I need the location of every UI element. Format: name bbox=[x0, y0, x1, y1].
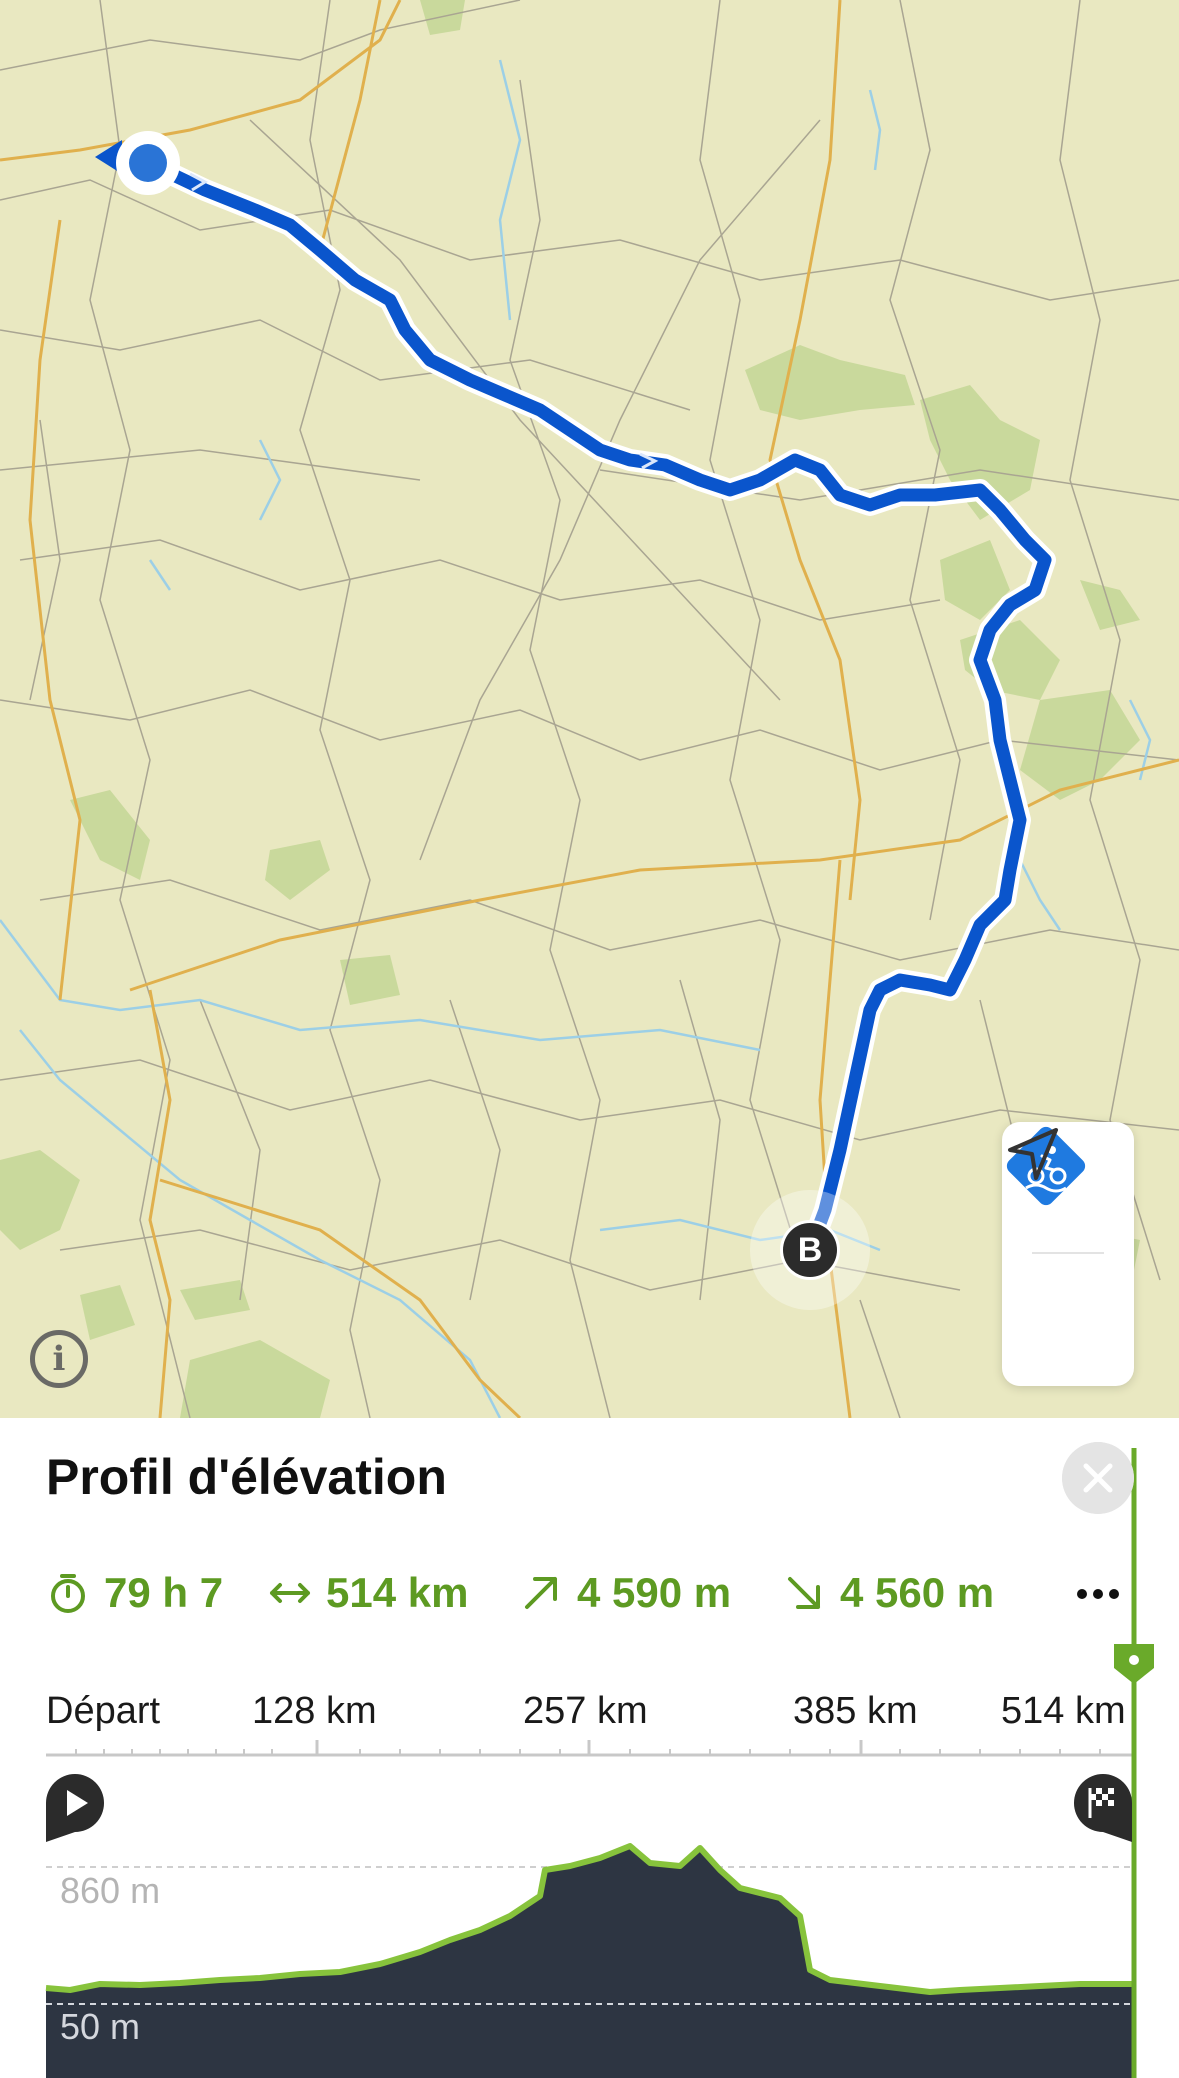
axis-label-2: 257 km bbox=[523, 1690, 648, 1732]
controls-divider bbox=[1032, 1252, 1104, 1254]
start-play-icon[interactable] bbox=[44, 1772, 106, 1844]
stat-duration: 79 h 7 bbox=[46, 1558, 223, 1628]
axis-label-start: Départ bbox=[46, 1690, 161, 1732]
descent-value: 4 560 m bbox=[840, 1569, 995, 1616]
descent-arrow-icon bbox=[788, 1577, 820, 1609]
axis-label-3: 385 km bbox=[793, 1690, 918, 1732]
rivers bbox=[0, 59, 1152, 1418]
info-glyph: i bbox=[52, 1339, 66, 1379]
end-marker-label: B bbox=[797, 1231, 823, 1269]
map-view[interactable]: B i bbox=[0, 0, 1179, 1418]
ascent-value: 4 590 m bbox=[577, 1569, 732, 1616]
ascent-arrow-icon bbox=[525, 1577, 557, 1609]
axis-label-end: 514 km bbox=[1001, 1690, 1126, 1732]
route-line bbox=[137, 152, 1056, 1261]
close-icon[interactable] bbox=[1062, 1442, 1134, 1514]
distance-axis-ticks bbox=[75, 1740, 1101, 1755]
elevation-profile-sheet: Profil d'élévation 79 h 7 514 km 4 590 m bbox=[0, 1418, 1179, 2078]
elevation-chart[interactable] bbox=[0, 1418, 1179, 2078]
route-line-core bbox=[141, 156, 1052, 1257]
axis-label-1: 128 km bbox=[252, 1690, 377, 1732]
distance-arrows-icon bbox=[270, 1583, 310, 1603]
stat-descent: 4 560 m bbox=[782, 1558, 994, 1628]
map-controls-panel bbox=[1002, 1122, 1134, 1386]
stopwatch-icon bbox=[51, 1574, 85, 1613]
navigation-arrow-icon[interactable] bbox=[1002, 1122, 1066, 1186]
more-options-icon[interactable] bbox=[1070, 1566, 1126, 1622]
start-marker[interactable] bbox=[95, 131, 180, 195]
elevation-min-label: 50 m bbox=[60, 2006, 141, 2047]
distance-value: 514 km bbox=[326, 1569, 469, 1616]
route-stats: 79 h 7 514 km 4 590 m 4 560 m bbox=[46, 1558, 1146, 1628]
info-icon[interactable]: i bbox=[30, 1330, 88, 1388]
stat-ascent: 4 590 m bbox=[519, 1558, 731, 1628]
duration-value: 79 h 7 bbox=[104, 1569, 224, 1616]
sheet-title: Profil d'élévation bbox=[46, 1449, 447, 1505]
elevation-area bbox=[46, 1846, 1134, 2078]
position-cursor-handle[interactable] bbox=[1114, 1644, 1154, 1684]
stat-distance: 514 km bbox=[268, 1558, 468, 1628]
finish-flag-icon[interactable] bbox=[1072, 1772, 1134, 1844]
elevation-max-label: 860 m bbox=[60, 1870, 161, 1911]
